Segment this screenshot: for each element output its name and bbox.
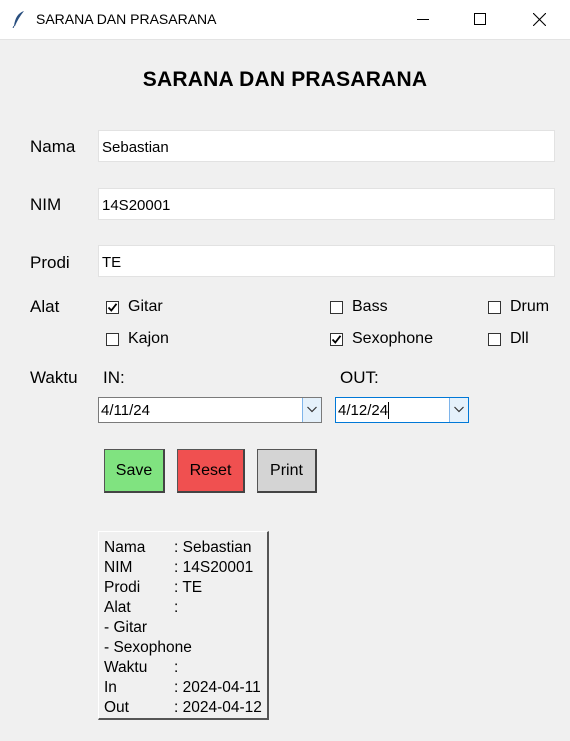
out-date-value[interactable]: 4/12/24 bbox=[337, 402, 390, 419]
close-button[interactable] bbox=[516, 0, 562, 39]
output-key: Prodi bbox=[104, 579, 141, 596]
maximize-icon bbox=[474, 13, 486, 25]
in-date-dropdown-button[interactable] bbox=[302, 398, 321, 422]
output-row-prodi: Prodi : TE bbox=[104, 578, 202, 598]
save-button[interactable]: Save bbox=[104, 449, 165, 493]
checkbox-label: Bass bbox=[352, 298, 388, 315]
output-key: Waktu bbox=[104, 659, 148, 676]
window-title: SARANA DAN PRASARANA bbox=[36, 11, 217, 27]
checkbox-drum[interactable]: Drum bbox=[488, 298, 549, 316]
checkbox-box[interactable] bbox=[330, 332, 343, 346]
output-row-out: Out : 2024-04-12 bbox=[104, 698, 262, 718]
checkbox-sexophone[interactable]: Sexophone bbox=[330, 330, 433, 348]
out-date-dropdown-button[interactable] bbox=[449, 398, 468, 422]
nama-input[interactable]: Sebastian bbox=[98, 130, 555, 162]
output-row-nim: NIM : 14S20001 bbox=[104, 558, 253, 578]
output-value: : 2024-04-12 bbox=[174, 699, 262, 716]
out-label: OUT: bbox=[340, 368, 379, 387]
prodi-input[interactable]: TE bbox=[98, 245, 555, 277]
output-key: NIM bbox=[104, 559, 133, 576]
nama-label: Nama bbox=[30, 137, 76, 156]
checkbox-label: Kajon bbox=[128, 330, 169, 347]
output-key: - Sexophone bbox=[104, 639, 192, 656]
output-row-alat-item: - Gitar bbox=[104, 618, 147, 638]
output-value: : 2024-04-11 bbox=[174, 679, 261, 696]
nim-label: NIM bbox=[30, 195, 62, 214]
checkbox-label: Sexophone bbox=[352, 330, 433, 347]
checkbox-kajon[interactable]: Kajon bbox=[106, 330, 169, 348]
checkbox-box[interactable] bbox=[330, 300, 343, 314]
output-row-in: In : 2024-04-11 bbox=[104, 678, 261, 698]
output-row-alat: Alat: bbox=[104, 598, 178, 618]
output-value: : bbox=[174, 599, 179, 616]
form-heading: SARANA DAN PRASARANA bbox=[142, 68, 428, 91]
out-date-combobox[interactable]: 4/12/24 bbox=[335, 397, 469, 423]
checkbox-label: Gitar bbox=[128, 298, 163, 315]
output-key: In bbox=[104, 679, 117, 696]
checkbox-gitar[interactable]: Gitar bbox=[106, 298, 163, 316]
checkbox-box[interactable] bbox=[106, 300, 119, 314]
in-date-value[interactable]: 4/11/24 bbox=[100, 402, 151, 419]
print-button[interactable]: Print bbox=[257, 449, 317, 493]
output-value: : Sebastian bbox=[174, 539, 252, 556]
checkbox-bass[interactable]: Bass bbox=[330, 298, 388, 316]
close-icon bbox=[533, 13, 546, 26]
reset-button[interactable]: Reset bbox=[177, 449, 245, 493]
alat-label: Alat bbox=[30, 297, 60, 316]
feather-icon bbox=[12, 10, 26, 29]
output-panel: Nama: Sebastian NIM: 14S20001 Prodi: TE … bbox=[98, 531, 269, 720]
checkmark-icon bbox=[107, 302, 118, 312]
output-key: Alat bbox=[104, 599, 131, 616]
minimize-button[interactable] bbox=[400, 0, 446, 39]
output-value: : bbox=[174, 659, 179, 676]
output-key: Out bbox=[104, 699, 129, 716]
prodi-label: Prodi bbox=[30, 253, 70, 272]
checkbox-label: Dll bbox=[510, 330, 529, 347]
output-value: : 14S20001 bbox=[174, 559, 254, 576]
output-row-nama: Nama : Sebastian bbox=[104, 538, 252, 558]
checkbox-box[interactable] bbox=[106, 332, 119, 346]
checkbox-label: Drum bbox=[510, 298, 550, 315]
output-key: Nama bbox=[104, 539, 146, 556]
output-key: - Gitar bbox=[104, 619, 148, 636]
chevron-down-icon bbox=[307, 406, 317, 413]
maximize-button[interactable] bbox=[457, 0, 503, 39]
checkbox-box[interactable] bbox=[488, 332, 501, 346]
output-row-alat-item: - Sexophone bbox=[104, 638, 192, 658]
in-label: IN: bbox=[103, 368, 125, 387]
checkmark-icon bbox=[331, 334, 342, 344]
output-value: : TE bbox=[174, 579, 203, 596]
checkbox-dll[interactable]: Dll bbox=[488, 330, 529, 348]
in-date-combobox[interactable]: 4/11/24 bbox=[98, 397, 322, 423]
minimize-icon bbox=[417, 19, 429, 20]
output-row-waktu: Waktu: bbox=[104, 658, 178, 678]
nim-input[interactable]: 14S20001 bbox=[98, 188, 555, 220]
title-bar: SARANA DAN PRASARANA bbox=[0, 0, 570, 40]
waktu-label: Waktu bbox=[30, 368, 78, 387]
chevron-down-icon bbox=[454, 406, 464, 413]
checkbox-box[interactable] bbox=[488, 300, 501, 314]
